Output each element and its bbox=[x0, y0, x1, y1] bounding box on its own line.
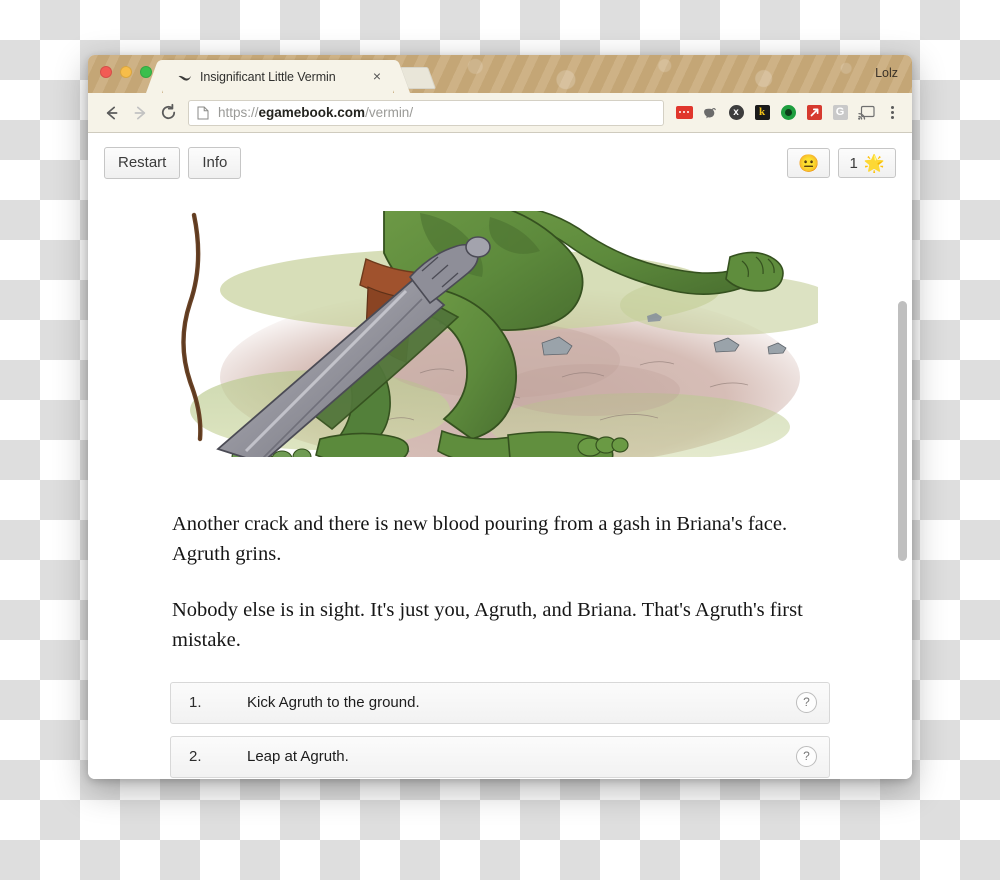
close-icon[interactable]: × bbox=[369, 68, 385, 85]
swoosh-icon bbox=[177, 69, 193, 85]
page-viewport: Restart Info 😐 1 🌟 Another crack and the… bbox=[88, 133, 912, 779]
choice-option[interactable]: 2. Leap at Agruth. ? bbox=[170, 735, 830, 778]
story-paragraph: Nobody else is in sight. It's just you, … bbox=[172, 599, 803, 652]
browser-window: Insignificant Little Vermin × Lolz https… bbox=[88, 55, 912, 779]
x-circle-extension-icon[interactable]: x bbox=[724, 100, 748, 126]
story-text: Another crack and there is new blood pou… bbox=[170, 473, 830, 656]
back-icon[interactable] bbox=[98, 99, 126, 127]
dots-extension-icon[interactable] bbox=[672, 100, 696, 126]
browser-tab-title: Insignificant Little Vermin bbox=[200, 69, 336, 84]
help-icon[interactable]: ? bbox=[796, 746, 817, 767]
kindle-k-label: k bbox=[754, 105, 770, 120]
extension-toolbar: x k G bbox=[672, 100, 904, 126]
choice-option[interactable]: 1. Kick Agruth to the ground. ? bbox=[170, 681, 830, 724]
story-illustration bbox=[170, 195, 830, 473]
story-scroll-area[interactable]: Another crack and there is new blood pou… bbox=[88, 189, 912, 779]
restart-button[interactable]: Restart bbox=[104, 147, 181, 179]
url-host: egamebook.com bbox=[258, 105, 366, 120]
info-button[interactable]: Info bbox=[188, 147, 242, 179]
choice-list: 1. Kick Agruth to the ground. ? 2. Leap … bbox=[170, 681, 830, 778]
cast-icon[interactable] bbox=[854, 100, 878, 126]
mood-indicator-button[interactable]: 😐 bbox=[787, 148, 831, 178]
score-value: 1 bbox=[849, 154, 858, 172]
url-path: /vermin/ bbox=[365, 105, 414, 120]
score-indicator-button[interactable]: 1 🌟 bbox=[838, 148, 896, 178]
story-paragraph: Another crack and there is new blood pou… bbox=[172, 513, 788, 566]
game-status-group: 😐 1 🌟 bbox=[779, 148, 896, 178]
close-window-button[interactable] bbox=[100, 66, 112, 78]
red-arrow-extension-icon[interactable] bbox=[802, 100, 826, 126]
star-icon: 🌟 bbox=[863, 153, 885, 173]
choice-label: Leap at Agruth. bbox=[247, 748, 349, 765]
green-circle-extension-icon[interactable] bbox=[776, 100, 800, 126]
minimize-window-button[interactable] bbox=[120, 66, 132, 78]
browser-tab-active[interactable]: Insignificant Little Vermin × bbox=[163, 60, 393, 93]
google-g-extension-icon[interactable]: G bbox=[828, 100, 852, 126]
evernote-elephant-icon[interactable] bbox=[698, 100, 722, 126]
neutral-face-icon: 😐 bbox=[798, 153, 820, 173]
x-circle-label: x bbox=[728, 105, 744, 120]
scrollbar-thumb[interactable] bbox=[898, 301, 907, 561]
kindle-k-extension-icon[interactable]: k bbox=[750, 100, 774, 126]
game-toolbar: Restart Info 😐 1 🌟 bbox=[88, 133, 912, 187]
url-scheme: https:// bbox=[218, 105, 259, 120]
maximize-window-button[interactable] bbox=[140, 66, 152, 78]
document-icon bbox=[197, 106, 211, 120]
browser-toolbar: https://egamebook.com/vermin/ x k G bbox=[88, 93, 912, 133]
profile-name-label[interactable]: Lolz bbox=[875, 66, 898, 80]
google-g-label: G bbox=[832, 105, 848, 120]
window-controls bbox=[100, 66, 152, 78]
choice-number: 1. bbox=[189, 694, 202, 711]
address-bar[interactable]: https://egamebook.com/vermin/ bbox=[188, 99, 664, 126]
reload-icon[interactable] bbox=[154, 99, 182, 127]
choice-number: 2. bbox=[189, 748, 202, 765]
page-scrollbar[interactable] bbox=[895, 133, 910, 779]
browser-menu-icon[interactable] bbox=[880, 100, 904, 126]
choice-label: Kick Agruth to the ground. bbox=[247, 694, 420, 711]
help-icon[interactable]: ? bbox=[796, 692, 817, 713]
browser-tab-strip: Insignificant Little Vermin × Lolz bbox=[88, 55, 912, 93]
forward-icon[interactable] bbox=[126, 99, 154, 127]
